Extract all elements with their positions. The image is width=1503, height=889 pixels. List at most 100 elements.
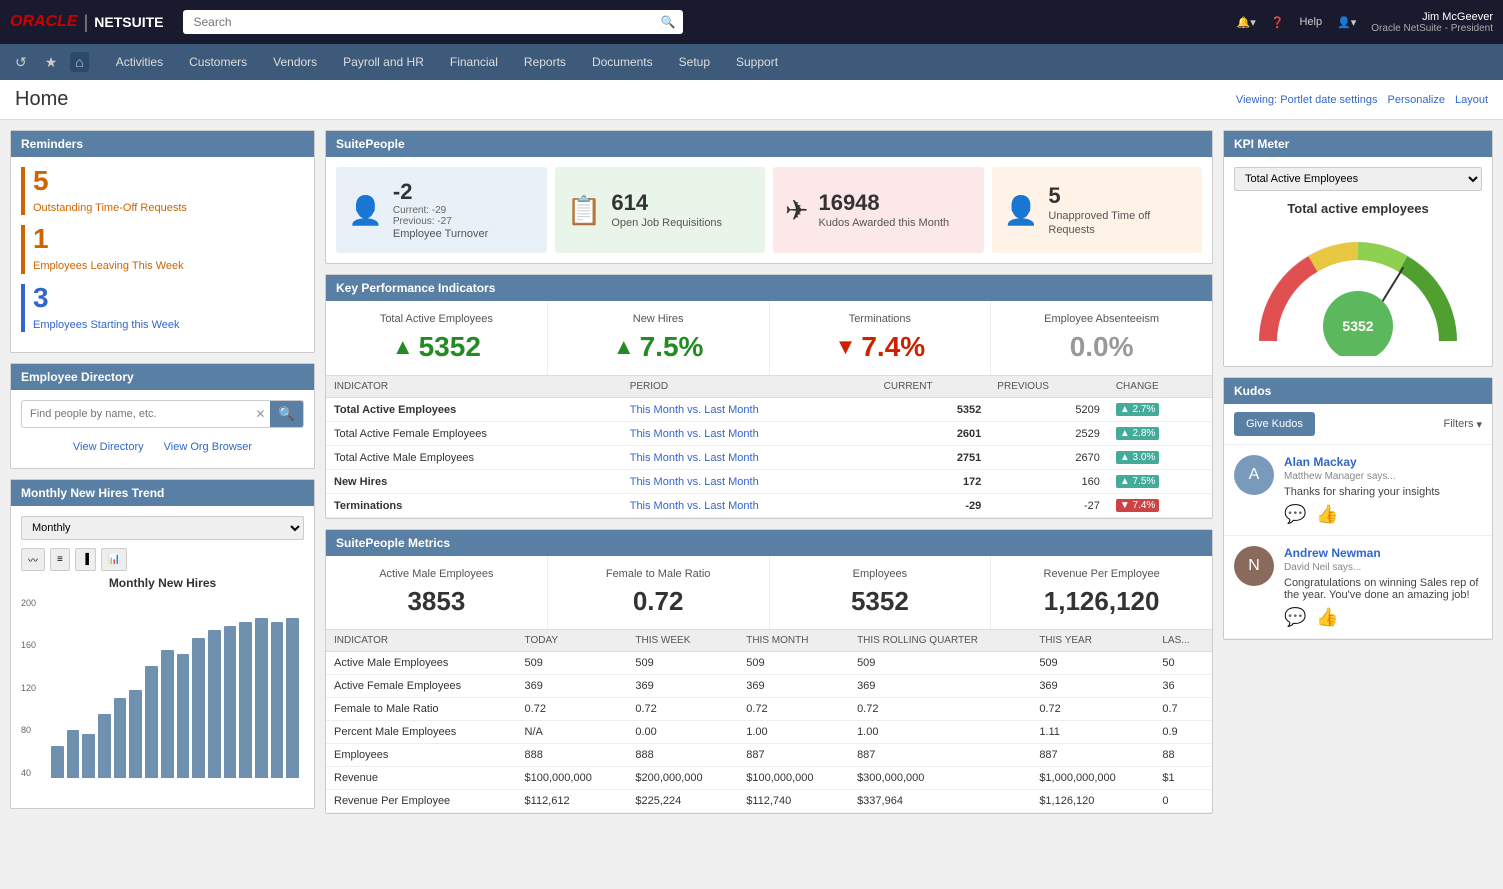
y-label-160: 160 <box>21 640 36 650</box>
nav-payroll-hr[interactable]: Payroll and HR <box>331 47 436 77</box>
metrics-cell-indicator: Female to Male Ratio <box>326 698 517 721</box>
reminder-text-2: Employees Leaving This Week <box>33 259 184 273</box>
sp-card-requisitions: 📋 614 Open Job Requisitions <box>555 167 766 253</box>
kpi-row-2: Total Active Male Employees This Month v… <box>326 446 1212 470</box>
kudos-like-icon-1[interactable]: 👍 <box>1316 504 1338 525</box>
metrics-row-3: Percent Male Employees N/A 0.00 1.00 1.0… <box>326 721 1212 744</box>
kudos-comment-icon-2[interactable]: 💬 <box>1284 607 1306 628</box>
kpi-cell-period[interactable]: This Month vs. Last Month <box>622 494 876 518</box>
nav-reports[interactable]: Reports <box>512 47 578 77</box>
kpi-col-current: Current <box>876 376 990 398</box>
help-label[interactable]: Help <box>1299 16 1322 28</box>
suitepeople-title: SuitePeople <box>336 137 405 151</box>
arrow-up-active: ▲ <box>392 334 414 360</box>
kpi-meter-select[interactable]: Total Active Employees New Hires Termina… <box>1234 167 1482 191</box>
nav-support[interactable]: Support <box>724 47 790 77</box>
kudos-name-1[interactable]: Alan Mackay <box>1284 455 1440 469</box>
page-header: Home Viewing: Portlet date settings Pers… <box>0 80 1503 120</box>
kpi-cell-period[interactable]: This Month vs. Last Month <box>622 470 876 494</box>
search-input[interactable] <box>183 10 683 34</box>
metrics-cell-month: $100,000,000 <box>738 767 849 790</box>
personalize-link[interactable]: Personalize <box>1387 94 1444 106</box>
kpi-summary: Total Active Employees ▲ 5352 New Hires … <box>326 301 1212 376</box>
nav-documents[interactable]: Documents <box>580 47 665 77</box>
kpi-meter-body: Total Active Employees New Hires Termina… <box>1224 157 1492 366</box>
kpi-cell-period[interactable]: This Month vs. Last Month <box>622 422 876 446</box>
kpi-cell-current: 5352 <box>876 398 990 422</box>
suitepeople-cards: 👤 -2 Current: -29Previous: -27 Employee … <box>326 157 1212 263</box>
kpi-num-hires: 7.5% <box>640 331 704 363</box>
history-icon[interactable]: ↺ <box>10 52 32 73</box>
metrics-cell-indicator: Employees <box>326 744 517 767</box>
chart-type-combo[interactable]: 📊 <box>101 548 127 571</box>
kpi-cell-period[interactable]: This Month vs. Last Month <box>622 446 876 470</box>
kudos-avatar-2: N <box>1234 546 1274 586</box>
filters-chevron-icon: ▾ <box>1476 418 1482 431</box>
kudos-name-2[interactable]: Andrew Newman <box>1284 546 1482 560</box>
period-select[interactable]: Monthly Quarterly Yearly <box>21 516 304 540</box>
nav-financial[interactable]: Financial <box>438 47 510 77</box>
view-org-browser-link[interactable]: View Org Browser <box>164 441 252 453</box>
kudos-like-icon-2[interactable]: 👍 <box>1316 607 1338 628</box>
sp-kudos-label: Kudos Awarded this Month <box>818 216 949 230</box>
reminder-num-1[interactable]: 5 <box>33 167 187 195</box>
kpi-cell-period[interactable]: This Month vs. Last Month <box>622 398 876 422</box>
monthly-hires-header: Monthly New Hires Trend <box>11 480 314 506</box>
favorites-icon[interactable]: ★ <box>40 52 63 73</box>
metrics-label-revenue-per-emp: Revenue Per Employee <box>999 568 1204 580</box>
bar-12 <box>239 622 252 778</box>
change-badge: ▲ 2.7% <box>1116 403 1159 416</box>
nav-customers[interactable]: Customers <box>177 47 259 77</box>
bar-9 <box>192 638 205 778</box>
view-directory-link[interactable]: View Directory <box>73 441 144 453</box>
kpi-value-hires: ▲ 7.5% <box>556 331 761 363</box>
chart-type-bar[interactable]: ▐ <box>75 548 96 571</box>
svg-text:5352: 5352 <box>1342 318 1373 334</box>
kpi-value-active: ▲ 5352 <box>334 331 539 363</box>
nav-activities[interactable]: Activities <box>104 47 175 77</box>
home-icon[interactable]: ⌂ <box>70 52 88 72</box>
chart-type-line[interactable]: ≡ <box>50 548 70 571</box>
kpi-cell-change: ▲ 2.7% <box>1108 398 1212 422</box>
nav-setup[interactable]: Setup <box>667 47 722 77</box>
employee-search-clear[interactable]: ✕ <box>250 407 270 421</box>
give-kudos-button[interactable]: Give Kudos <box>1234 412 1315 436</box>
bar-chart: 200 160 120 80 40 <box>21 598 304 798</box>
metrics-cell-today: 0.72 <box>517 698 628 721</box>
kudos-comment-icon-1[interactable]: 💬 <box>1284 504 1306 525</box>
nav-vendors[interactable]: Vendors <box>261 47 329 77</box>
reminder-num-3[interactable]: 3 <box>33 284 180 312</box>
kpi-cell-indicator: Total Active Male Employees <box>326 446 622 470</box>
bar-14 <box>271 622 284 778</box>
kpi-col-change: Change <box>1108 376 1212 398</box>
metrics-col-rolling: This Rolling Quarter <box>849 630 1031 652</box>
employee-search-button[interactable]: 🔍 <box>270 401 303 427</box>
search-icon: 🔍 <box>661 15 676 29</box>
kudos-action-icons-2: 💬 👍 <box>1284 607 1482 628</box>
sp-requisitions-num: 614 <box>611 190 722 216</box>
bar-15 <box>286 618 299 778</box>
change-badge: ▲ 7.5% <box>1116 475 1159 488</box>
reminder-num-2[interactable]: 1 <box>33 225 184 253</box>
bar-7 <box>161 650 174 778</box>
notifications-icon[interactable]: 🔔▾ <box>1237 16 1256 29</box>
metrics-item-revenue-per-emp: Revenue Per Employee 1,126,120 <box>991 556 1212 629</box>
kpi-col-previous: Previous <box>989 376 1108 398</box>
metrics-cell-indicator: Percent Male Employees <box>326 721 517 744</box>
layout-link[interactable]: Layout <box>1455 94 1488 106</box>
reminders-body: 5 Outstanding Time-Off Requests 1 Employ… <box>11 157 314 352</box>
user-icon[interactable]: 👤▾ <box>1337 16 1356 29</box>
employee-search-input[interactable] <box>22 403 250 425</box>
search-bar[interactable]: 🔍 <box>183 10 683 34</box>
chart-type-area[interactable]: 〰 <box>21 548 45 571</box>
metrics-cell-last: 36 <box>1154 675 1212 698</box>
reminder-bar-3 <box>21 284 25 332</box>
employee-search-box[interactable]: ✕ 🔍 <box>21 400 304 428</box>
kudos-filters-button[interactable]: Filters ▾ <box>1444 418 1482 431</box>
bar-3 <box>98 714 111 778</box>
help-icon[interactable]: ❓ <box>1271 16 1285 29</box>
metrics-row-2: Female to Male Ratio 0.72 0.72 0.72 0.72… <box>326 698 1212 721</box>
reminder-item-3: 3 Employees Starting this Week <box>21 284 304 332</box>
viewing-portlet-link[interactable]: Viewing: Portlet date settings <box>1236 94 1378 106</box>
monthly-hires-body: Monthly Quarterly Yearly 〰 ≡ ▐ 📊 Monthly… <box>11 506 314 808</box>
